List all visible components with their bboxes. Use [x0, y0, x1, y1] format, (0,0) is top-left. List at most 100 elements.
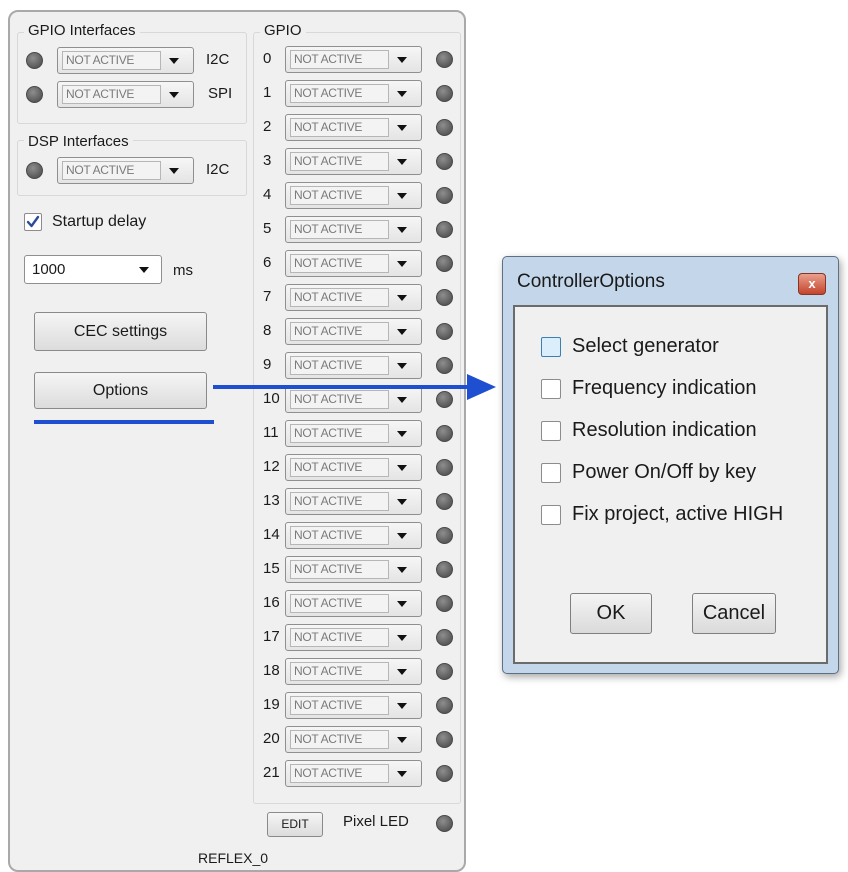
gpio-pin-8-select[interactable]: NOT ACTIVE [285, 318, 422, 345]
gpio-pin-12-select[interactable]: NOT ACTIVE [285, 454, 422, 481]
gpio-pin-select-value: NOT ACTIVE [290, 764, 389, 783]
gpio-pin-7-select[interactable]: NOT ACTIVE [285, 284, 422, 311]
checkmark-icon [26, 215, 40, 228]
startup-delay-unit: ms [173, 262, 193, 279]
gpio-pin-led-icon [436, 391, 453, 408]
ok-label: OK [596, 602, 626, 624]
gpio-spi-select-value: NOT ACTIVE [62, 85, 161, 104]
option-label: Select generator [572, 335, 719, 357]
startup-delay-label: Startup delay [52, 213, 147, 230]
gpio-pin-3-select[interactable]: NOT ACTIVE [285, 148, 422, 175]
startup-delay-value: 1000 [32, 261, 66, 278]
cancel-button[interactable]: Cancel [692, 593, 776, 634]
gpio-pin-select-value: NOT ACTIVE [290, 84, 389, 103]
chevron-down-icon [397, 261, 407, 267]
option-checkbox[interactable] [541, 505, 561, 525]
gpio-pin-4-select[interactable]: NOT ACTIVE [285, 182, 422, 209]
option-checkbox[interactable] [541, 379, 561, 399]
gpio-pin-18-select[interactable]: NOT ACTIVE [285, 658, 422, 685]
gpio-pin-9-select[interactable]: NOT ACTIVE [285, 352, 422, 379]
gpio-pin-select-value: NOT ACTIVE [290, 458, 389, 477]
chevron-down-icon [397, 703, 407, 709]
startup-delay-checkbox[interactable] [24, 213, 42, 231]
cec-settings-label: CEC settings [73, 323, 168, 340]
gpio-pin-led-icon [436, 731, 453, 748]
gpio-pin-14-select[interactable]: NOT ACTIVE [285, 522, 422, 549]
device-panel: GPIO Interfaces NOT ACTIVE I2C NOT ACTIV… [8, 10, 466, 872]
gpio-pin-select-value: NOT ACTIVE [290, 628, 389, 647]
gpio-pin-led-icon [436, 629, 453, 646]
option-checkbox[interactable] [541, 463, 561, 483]
chevron-down-icon [397, 669, 407, 675]
chevron-down-icon [397, 465, 407, 471]
gpio-pin-15-select[interactable]: NOT ACTIVE [285, 556, 422, 583]
chevron-down-icon [169, 58, 179, 64]
gpio-pin-led-icon [436, 289, 453, 306]
chevron-down-icon [397, 227, 407, 233]
gpio-pin-select-value: NOT ACTIVE [290, 118, 389, 137]
option-label: Resolution indication [572, 419, 757, 441]
gpio-i2c-led-icon [26, 52, 43, 69]
gpio-pin-17-select[interactable]: NOT ACTIVE [285, 624, 422, 651]
gpio-pin-select-value: NOT ACTIVE [290, 730, 389, 749]
gpio-i2c-select-value: NOT ACTIVE [62, 51, 161, 70]
gpio-pin-select-value: NOT ACTIVE [290, 696, 389, 715]
gpio-pin-select-value: NOT ACTIVE [290, 50, 389, 69]
edit-button[interactable]: EDIT [267, 812, 323, 837]
chevron-down-icon [397, 193, 407, 199]
option-label: Frequency indication [572, 377, 757, 399]
gpio-pin-16-select[interactable]: NOT ACTIVE [285, 590, 422, 617]
options-button[interactable]: Options [34, 372, 207, 409]
chevron-down-icon [397, 159, 407, 165]
chevron-down-icon [397, 737, 407, 743]
gpio-i2c-select[interactable]: NOT ACTIVE [57, 47, 194, 74]
cec-settings-button[interactable]: CEC settings [34, 312, 207, 351]
chevron-down-icon [397, 329, 407, 335]
dsp-i2c-led-icon [26, 162, 43, 179]
gpio-pin-6-select[interactable]: NOT ACTIVE [285, 250, 422, 277]
gpio-interfaces-group: GPIO Interfaces [17, 22, 247, 124]
gpio-pin-select-value: NOT ACTIVE [290, 220, 389, 239]
startup-delay-select[interactable]: 1000 [24, 255, 162, 284]
gpio-pin-1-select[interactable]: NOT ACTIVE [285, 80, 422, 107]
gpio-pin-13-select[interactable]: NOT ACTIVE [285, 488, 422, 515]
gpio-pin-led-icon [436, 765, 453, 782]
chevron-down-icon [397, 431, 407, 437]
gpio-pin-led-icon [436, 425, 453, 442]
gpio-spi-select[interactable]: NOT ACTIVE [57, 81, 194, 108]
chevron-down-icon [397, 295, 407, 301]
gpio-spi-label: SPI [208, 85, 233, 102]
gpio-pin-5-select[interactable]: NOT ACTIVE [285, 216, 422, 243]
chevron-down-icon [139, 267, 149, 273]
gpio-pin-select-value: NOT ACTIVE [290, 288, 389, 307]
gpio-pin-0-select[interactable]: NOT ACTIVE [285, 46, 422, 73]
gpio-pin-select-value: NOT ACTIVE [290, 424, 389, 443]
gpio-pin-led-icon [436, 51, 453, 68]
chevron-down-icon [397, 91, 407, 97]
gpio-pin-20-select[interactable]: NOT ACTIVE [285, 726, 422, 753]
gpio-pin-select-value: NOT ACTIVE [290, 492, 389, 511]
pixel-led-label: Pixel LED [343, 813, 409, 830]
option-checkbox[interactable] [541, 421, 561, 441]
edit-label: EDIT [281, 817, 309, 831]
gpio-pin-10-select[interactable]: NOT ACTIVE [285, 386, 422, 413]
dsp-i2c-select[interactable]: NOT ACTIVE [57, 157, 194, 184]
chevron-down-icon [397, 567, 407, 573]
gpio-pin-select-value: NOT ACTIVE [290, 390, 389, 409]
gpio-pin-2-select[interactable]: NOT ACTIVE [285, 114, 422, 141]
gpio-pin-11-select[interactable]: NOT ACTIVE [285, 420, 422, 447]
gpio-pin-led-icon [436, 493, 453, 510]
dialog-body: Select generator Frequency indication Reso… [513, 305, 828, 664]
options-underline [34, 420, 214, 424]
option-checkbox[interactable] [541, 337, 561, 357]
gpio-pin-19-select[interactable]: NOT ACTIVE [285, 692, 422, 719]
gpio-pin-select-value: NOT ACTIVE [290, 560, 389, 579]
gpio-pin-led-icon [436, 187, 453, 204]
gpio-title: GPIO [260, 22, 306, 39]
option-label: Power On/Off by key [572, 461, 757, 483]
gpio-pin-21-select[interactable]: NOT ACTIVE [285, 760, 422, 787]
chevron-down-icon [397, 57, 407, 63]
ok-button[interactable]: OK [570, 593, 652, 634]
pixel-led-icon [436, 815, 453, 832]
close-button[interactable]: x [798, 273, 826, 295]
